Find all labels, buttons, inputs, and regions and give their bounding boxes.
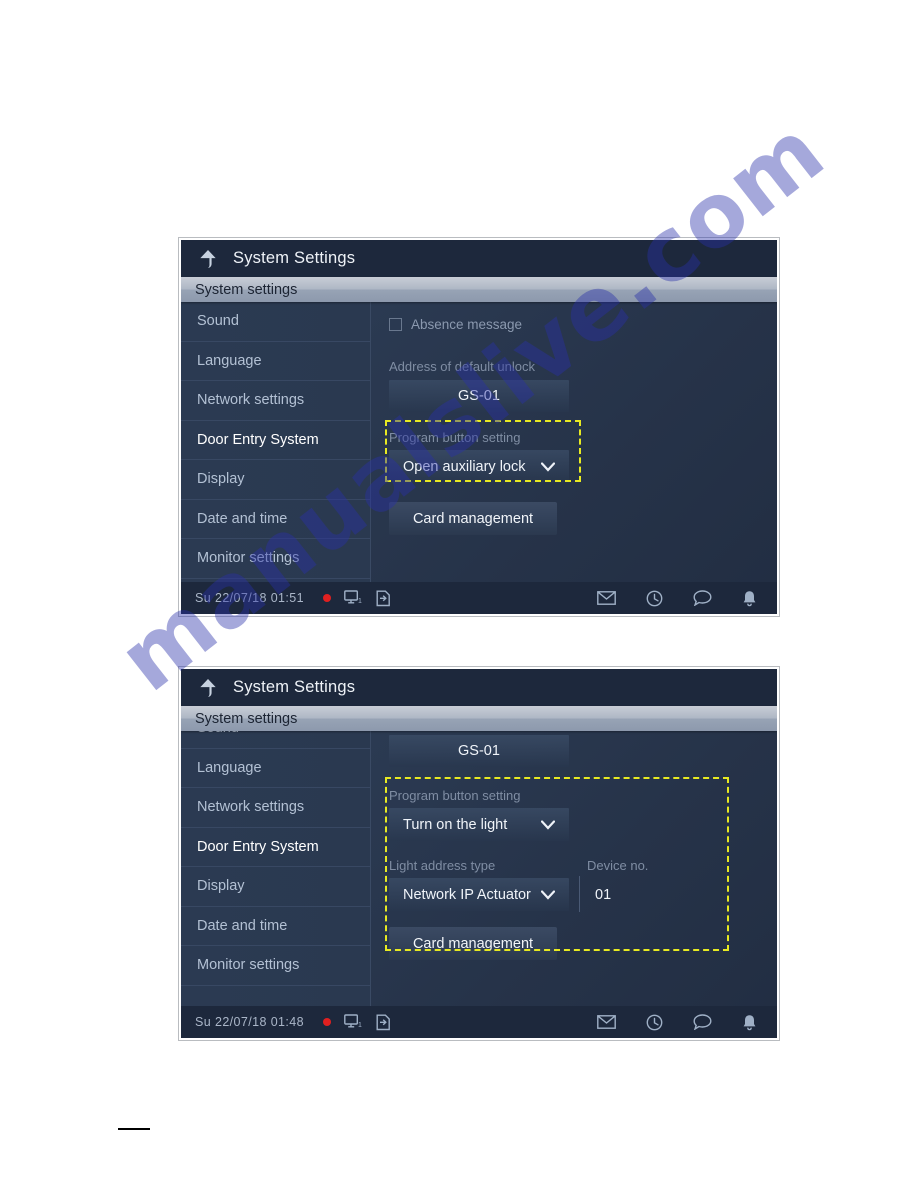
sidebar-item-label: Network settings: [197, 392, 305, 409]
sidebar-menu-1: Sound Language Network settings Door Ent…: [181, 302, 370, 579]
sidebar-item-network-settings[interactable]: Network settings: [181, 788, 370, 828]
svg-text:1: 1: [358, 1022, 362, 1029]
program-button-label-1: Program button setting: [389, 430, 521, 445]
sidebar-item-date-and-time[interactable]: Date and time: [181, 500, 370, 539]
chevron-down-icon[interactable]: [541, 819, 555, 830]
light-address-type-value: Network IP Actuator: [403, 886, 531, 903]
sidebar-item-monitor-settings[interactable]: Monitor settings: [181, 539, 370, 579]
status-right-icons-2: [597, 1014, 757, 1031]
svg-text:1: 1: [358, 598, 362, 605]
status-bar-1: Su 22/07/18 01:51 1: [181, 582, 777, 614]
light-address-type-select[interactable]: Network IP Actuator: [389, 878, 569, 911]
sidebar-item-network-settings[interactable]: Network settings: [181, 381, 370, 421]
sidebar-item-label: Date and time: [197, 917, 288, 934]
field-divider: [579, 876, 580, 912]
status-datetime-1: Su 22/07/18 01:51: [195, 591, 304, 605]
absence-message-label: Absence message: [411, 317, 523, 332]
card-management-button-2[interactable]: Card management: [389, 927, 557, 960]
device-no-label: Device no.: [587, 858, 649, 873]
mail-icon[interactable]: [597, 1015, 616, 1029]
history-icon[interactable]: [646, 590, 663, 607]
chevron-down-icon[interactable]: [541, 889, 555, 900]
program-button-value-2: Turn on the light: [403, 816, 508, 833]
sidebar-1: Sound Language Network settings Door Ent…: [181, 302, 371, 582]
device-no-value: 01: [595, 886, 612, 903]
sidebar-item-language[interactable]: Language: [181, 749, 370, 788]
content-panel-2: GS-01 Program button setting Turn on the…: [371, 731, 777, 1006]
export-icon[interactable]: [375, 1014, 392, 1031]
sidebar-item-label: Sound: [197, 731, 239, 736]
history-icon[interactable]: [646, 1014, 663, 1031]
sidebar-item-date-and-time[interactable]: Date and time: [181, 907, 370, 946]
device-screen-2: System Settings System settings Sound La…: [181, 669, 777, 1038]
up-arrow-icon[interactable]: [199, 678, 217, 698]
section-header-2: System settings: [181, 706, 777, 731]
sidebar-item-sound[interactable]: Sound: [181, 731, 370, 749]
status-right-icons-1: [597, 590, 757, 607]
message-icon[interactable]: [693, 1014, 712, 1030]
default-unlock-value-2: GS-01: [458, 743, 500, 759]
monitor-icon[interactable]: 1: [344, 590, 362, 606]
sidebar-item-monitor-settings[interactable]: Monitor settings: [181, 946, 370, 986]
sidebar-item-sound[interactable]: Sound: [181, 302, 370, 342]
sidebar-item-label: Display: [197, 878, 245, 895]
bell-icon[interactable]: [742, 590, 757, 607]
sidebar-item-door-entry-system[interactable]: Door Entry System: [181, 421, 370, 460]
device-no-field[interactable]: 01: [581, 878, 749, 911]
sidebar-item-label: Language: [197, 352, 262, 369]
sidebar-item-label: Sound: [197, 313, 239, 330]
page-footer-rule: [118, 1128, 150, 1130]
record-dot-icon: [322, 1018, 331, 1026]
card-management-button-1[interactable]: Card management: [389, 502, 557, 535]
chevron-down-icon[interactable]: [541, 461, 555, 472]
screen-body-2: Sound Language Network settings Door Ent…: [181, 731, 777, 1006]
light-address-type-label: Light address type: [389, 858, 496, 873]
status-bar-2: Su 22/07/18 01:48 1: [181, 1006, 777, 1038]
default-unlock-value: GS-01: [458, 388, 500, 404]
mail-icon[interactable]: [597, 591, 616, 605]
monitor-icon[interactable]: 1: [344, 1014, 362, 1030]
sidebar-item-display[interactable]: Display: [181, 460, 370, 500]
default-unlock-field[interactable]: GS-01: [389, 380, 569, 412]
export-icon[interactable]: [375, 590, 392, 607]
record-dot-icon: [322, 594, 331, 602]
sidebar-item-label: Network settings: [197, 799, 305, 816]
sidebar-item-label: Monitor settings: [197, 957, 300, 974]
sidebar-item-label: Display: [197, 471, 245, 488]
program-button-label-2: Program button setting: [389, 788, 521, 803]
sidebar-item-label: Door Entry System: [197, 431, 319, 448]
sidebar-item-label: Date and time: [197, 510, 288, 527]
content-panel-1: Absence message Address of default unloc…: [371, 302, 777, 582]
screenshot-frame-1: System Settings System settings Sound La…: [178, 237, 780, 617]
sidebar-item-label: Monitor settings: [197, 550, 300, 567]
sidebar-item-label: Door Entry System: [197, 838, 319, 855]
default-unlock-field-2[interactable]: GS-01: [389, 735, 569, 767]
title-bar-2: System Settings: [181, 669, 777, 706]
sidebar-menu-2: Sound Language Network settings Door Ent…: [181, 731, 370, 986]
sidebar-item-label: Language: [197, 759, 262, 776]
default-unlock-label: Address of default unlock: [389, 359, 535, 374]
sidebar-item-door-entry-system[interactable]: Door Entry System: [181, 828, 370, 867]
section-header-1: System settings: [181, 277, 777, 302]
screenshot-frame-2: System Settings System settings Sound La…: [178, 666, 780, 1041]
title-bar-1: System Settings: [181, 240, 777, 277]
sidebar-item-display[interactable]: Display: [181, 867, 370, 907]
message-icon[interactable]: [693, 590, 712, 606]
program-button-select-2[interactable]: Turn on the light: [389, 808, 569, 841]
program-button-value-1: Open auxiliary lock: [403, 458, 526, 475]
absence-message-row[interactable]: Absence message: [389, 317, 522, 332]
bell-icon[interactable]: [742, 1014, 757, 1031]
page-title-2: System Settings: [233, 678, 356, 696]
status-datetime-2: Su 22/07/18 01:48: [195, 1015, 304, 1029]
program-button-select-1[interactable]: Open auxiliary lock: [389, 450, 569, 483]
up-arrow-icon[interactable]: [199, 249, 217, 269]
sidebar-item-language[interactable]: Language: [181, 342, 370, 381]
sidebar-2: Sound Language Network settings Door Ent…: [181, 731, 371, 1006]
screen-body-1: Sound Language Network settings Door Ent…: [181, 302, 777, 582]
page-title-1: System Settings: [233, 249, 356, 267]
device-screen-1: System Settings System settings Sound La…: [181, 240, 777, 614]
checkbox-icon[interactable]: [389, 318, 402, 331]
